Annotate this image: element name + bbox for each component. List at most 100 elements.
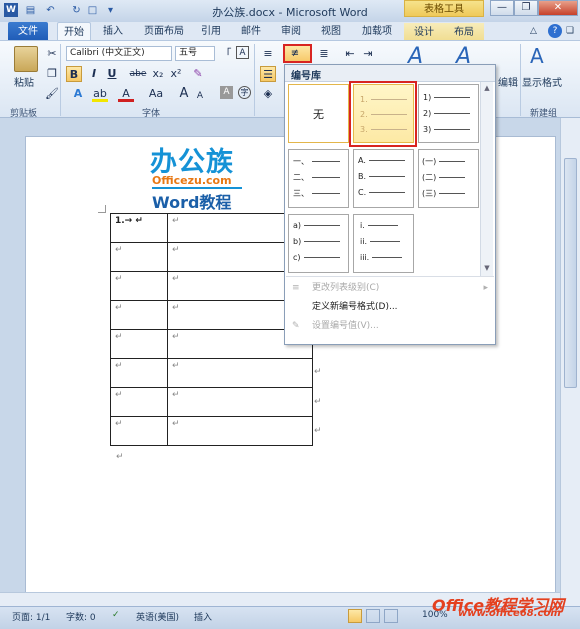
bullets-icon[interactable]: ≡	[260, 46, 276, 62]
numbering-line: ii.	[360, 237, 400, 246]
show-format-label[interactable]: 显示格式	[522, 74, 562, 89]
language[interactable]: 英语(美国)	[136, 610, 179, 623]
print-layout-view-icon[interactable]	[348, 609, 362, 623]
document-table[interactable]: 1.→ ↵ ↵ ↵ ↵ ↵ ↵ ↵ ↵ ↵ ↵ ↵ ↵ ↵ ↵ ↵ ↵	[110, 213, 313, 446]
cut-icon[interactable]: ✂	[44, 46, 60, 62]
shading-icon[interactable]: ◈	[260, 86, 276, 102]
table-cell[interactable]: ↵	[167, 416, 313, 446]
numbering-format-thumbnail[interactable]: a) b) c)	[288, 214, 349, 273]
table-cell[interactable]: ↵	[110, 242, 168, 272]
table-cell[interactable]: ↵	[110, 300, 168, 330]
numbering-line: 1)	[423, 93, 471, 102]
define-new-number-format-item[interactable]: 定义新编号格式(D)...	[286, 298, 494, 316]
scroll-thumb[interactable]	[564, 158, 577, 388]
underline-button[interactable]: U	[104, 66, 120, 82]
table-cell[interactable]: ↵	[110, 329, 168, 359]
scroll-down-icon[interactable]: ▼	[482, 264, 492, 274]
numbering-library-header: 编号库	[285, 65, 495, 82]
table-row: ↵ ↵	[110, 300, 313, 330]
change-case-button[interactable]: Aa	[146, 86, 166, 102]
web-layout-view-icon[interactable]	[384, 609, 398, 623]
table-row: ↵ ↵	[110, 387, 313, 417]
highlight-color-icon[interactable]: ab	[92, 86, 108, 102]
numbering-line: (二)	[422, 172, 466, 183]
minimize-button[interactable]: —	[490, 0, 514, 16]
numbering-format-thumbnail[interactable]: i. ii. iii.	[353, 214, 414, 273]
tab-insert[interactable]: 插入	[96, 22, 130, 41]
numbering-line: i.	[360, 221, 398, 230]
table-cell[interactable]: 1.→ ↵	[110, 213, 168, 243]
numbering-none-thumbnail[interactable]: 无	[288, 84, 349, 143]
numbering-icon[interactable]: ≢	[287, 46, 303, 62]
table-cell[interactable]: ↵	[110, 358, 168, 388]
tab-file[interactable]: 文件	[8, 22, 48, 41]
show-format-icon[interactable]: A	[530, 44, 544, 68]
table-cell[interactable]: ↵	[110, 387, 168, 417]
bold-button[interactable]: B	[66, 66, 82, 82]
ribbon-options-icon[interactable]: ❏	[566, 26, 574, 36]
word-count[interactable]: 字数: 0	[66, 610, 96, 623]
dropdown-scrollbar[interactable]: ▲ ▼	[480, 82, 493, 276]
table-cell[interactable]: ↵	[110, 416, 168, 446]
phonetic-guide-icon[interactable]: 「	[218, 46, 234, 62]
strikethrough-button[interactable]: abe	[128, 66, 148, 82]
superscript-button[interactable]: x²	[168, 66, 184, 82]
numbering-value-icon: ✎	[292, 321, 300, 331]
paste-icon[interactable]	[14, 46, 38, 72]
paste-button-label[interactable]: 粘贴	[14, 74, 34, 89]
proofing-icon[interactable]: ✓	[112, 610, 120, 620]
tab-view[interactable]: 视图	[316, 22, 346, 41]
vertical-scrollbar[interactable]	[560, 118, 580, 606]
numbering-format-thumbnail[interactable]: 一、 二、 三、	[288, 149, 349, 208]
enclose-char-icon[interactable]: 字	[238, 86, 251, 99]
format-painter-icon[interactable]: 🖌	[44, 86, 60, 102]
table-cell[interactable]: ↵	[167, 358, 313, 388]
italic-button[interactable]: I	[86, 66, 102, 82]
list-level-icon: ≡	[292, 283, 300, 293]
tab-addins[interactable]: 加载项	[356, 22, 398, 41]
restore-button[interactable]: ❐	[514, 0, 538, 16]
table-cell[interactable]: ↵	[167, 387, 313, 417]
menu-separator	[286, 276, 494, 277]
table-row: ↵ ↵	[110, 416, 313, 446]
table-row: ↵ ↵	[110, 358, 313, 388]
copy-icon[interactable]: ❐	[44, 66, 60, 82]
tab-page-layout[interactable]: 页面布局	[138, 22, 190, 41]
tab-home[interactable]: 开始	[57, 22, 91, 41]
increase-indent-icon[interactable]: ⇥	[360, 46, 376, 62]
numbering-format-thumbnail[interactable]: A. B. C.	[353, 149, 414, 208]
page-count[interactable]: 页面: 1/1	[12, 610, 50, 623]
grow-font-button[interactable]: A	[176, 86, 192, 102]
scroll-up-icon[interactable]: ▲	[482, 84, 492, 94]
font-name-combo[interactable]: Calibri (中文正文)	[66, 46, 172, 61]
clear-format-icon[interactable]: ✎	[190, 66, 206, 82]
minimize-ribbon-icon[interactable]: △	[530, 26, 537, 36]
group-separator	[60, 44, 61, 116]
row-end-mark: ↵	[314, 367, 322, 377]
shrink-font-button[interactable]: A	[192, 88, 208, 104]
insert-mode[interactable]: 插入	[194, 610, 212, 623]
char-border-icon[interactable]: A	[236, 46, 249, 59]
decrease-indent-icon[interactable]: ⇤	[342, 46, 358, 62]
multilevel-list-icon[interactable]: ≣	[316, 46, 332, 62]
char-shading-icon[interactable]: A	[220, 86, 233, 99]
editing-label[interactable]: 编辑	[498, 74, 518, 89]
font-color-icon[interactable]: A	[118, 86, 134, 102]
close-button[interactable]: ✕	[538, 0, 578, 16]
numbering-format-thumbnail[interactable]: 1) 2) 3)	[418, 84, 479, 143]
text-effects-icon[interactable]: A	[70, 86, 86, 102]
table-cell[interactable]: ↵	[110, 271, 168, 301]
tab-references[interactable]: 引用	[196, 22, 226, 41]
help-icon[interactable]: ?	[548, 24, 562, 38]
subscript-button[interactable]: x₂	[150, 66, 166, 82]
numbering-line: 3)	[423, 125, 471, 134]
full-screen-view-icon[interactable]	[366, 609, 380, 623]
numbering-format-thumbnail[interactable]: (一) (二) (三)	[418, 149, 479, 208]
group-separator	[254, 44, 255, 116]
tab-review[interactable]: 审阅	[276, 22, 306, 41]
align-left-icon[interactable]: ☰	[260, 66, 276, 82]
font-size-combo[interactable]: 五号	[175, 46, 215, 61]
set-numbering-value-item[interactable]: ✎ 设置编号值(V)...	[286, 317, 494, 335]
tab-mailings[interactable]: 邮件	[236, 22, 266, 41]
change-list-level-item[interactable]: ≡ 更改列表级别(C) ▸	[286, 279, 494, 297]
